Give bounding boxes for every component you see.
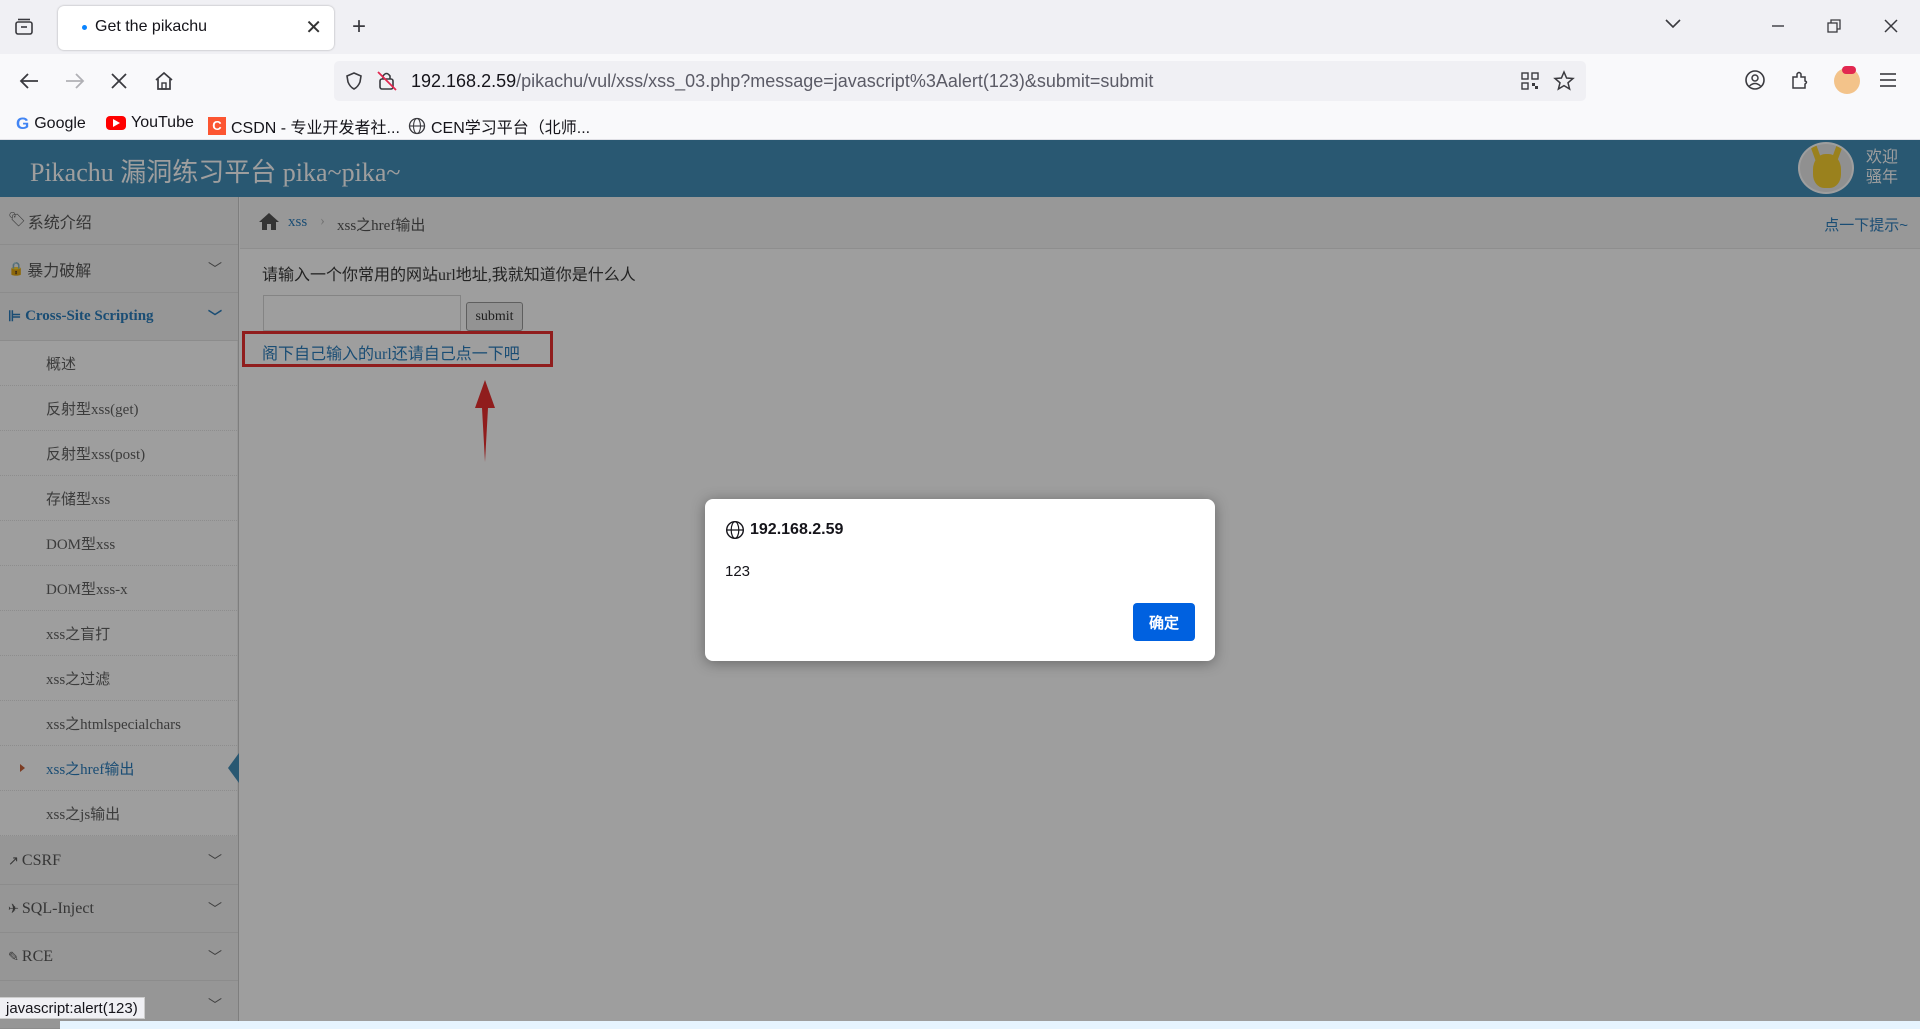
close-tab-icon[interactable]: ✕ [305,15,322,40]
dialog-origin: 192.168.2.59 [750,521,844,538]
google-icon: G [16,114,30,133]
tab-overview-icon[interactable] [14,17,34,37]
home-icon[interactable] [153,70,175,92]
url-path: /pikachu/vul/xss/xss_03.php?message=java… [516,71,1154,91]
bookmark-csdn[interactable]: C CSDN - 专业开发者社... [208,114,400,138]
bookmark-cen[interactable]: CEN学习平台（北师... [408,114,590,138]
csdn-icon: C [208,117,226,135]
browser-tab-active[interactable]: Get the pikachu ✕ [58,6,334,50]
qr-code-icon[interactable] [1521,72,1539,90]
loading-dot-icon [82,25,87,30]
insecure-lock-icon[interactable] [376,70,398,92]
extensions-icon[interactable] [1789,69,1811,91]
horizontal-scrollbar[interactable] [60,1021,1920,1029]
youtube-icon [106,116,126,130]
globe-icon [408,117,426,135]
new-tab-icon[interactable]: + [352,15,366,39]
forward-arrow-icon[interactable] [64,71,86,91]
address-bar[interactable]: 192.168.2.59/pikachu/vul/xss/xss_03.php?… [334,61,1586,101]
alert-dialog: 192.168.2.59 123 确定 [705,499,1215,661]
restore-icon[interactable] [1826,18,1842,34]
url-text[interactable]: 192.168.2.59/pikachu/vul/xss/xss_03.php?… [411,71,1153,92]
status-bar-url: javascript:alert(123) [0,997,145,1019]
tab-list-chevron-icon[interactable] [1664,18,1682,30]
stop-loading-icon[interactable] [110,72,128,90]
close-window-icon[interactable] [1883,18,1899,34]
ok-button[interactable]: 确定 [1133,603,1195,641]
bookmark-label: YouTube [131,114,194,131]
navigation-toolbar: 192.168.2.59/pikachu/vul/xss/xss_03.php?… [0,54,1920,108]
tab-title: Get the pikachu [95,18,208,35]
bookmark-google[interactable]: G Google [16,114,86,134]
notification-badge [1842,66,1856,74]
shield-icon[interactable] [344,71,364,91]
back-arrow-icon[interactable] [18,71,40,91]
account-icon[interactable] [1744,69,1766,91]
hamburger-menu-icon[interactable] [1878,71,1898,89]
globe-icon [725,520,745,540]
bookmarks-toolbar: G Google YouTube C CSDN - 专业开发者社... CEN学… [0,108,1920,140]
bookmark-label: Google [34,115,86,132]
bookmark-label: CEN学习平台（北师... [431,120,591,137]
bookmark-youtube[interactable]: YouTube [106,114,194,132]
dialog-message: 123 [725,563,751,580]
bookmark-star-icon[interactable] [1553,70,1575,92]
browser-tab-bar: Get the pikachu ✕ + [0,0,1920,54]
bookmark-label: CSDN - 专业开发者社... [231,120,400,137]
minimize-icon[interactable] [1770,18,1786,34]
url-host: 192.168.2.59 [411,71,517,91]
